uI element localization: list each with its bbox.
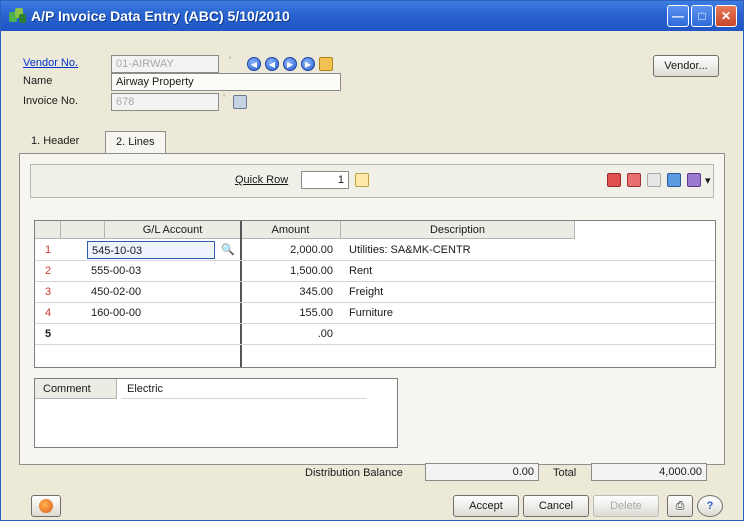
cancel-button-label: Cancel xyxy=(538,500,574,512)
close-button[interactable]: ✕ xyxy=(715,5,737,27)
description-cell[interactable]: Utilities: SA&MK-CENTR xyxy=(345,241,573,259)
row-divider xyxy=(35,281,715,282)
search-icon[interactable]: 🔍 xyxy=(221,243,235,256)
invoice-lookup-indicator: ' xyxy=(223,93,226,105)
amount-cell[interactable]: 345.00 xyxy=(241,283,337,301)
clear-row-icon[interactable] xyxy=(647,173,661,187)
copy-row-icon[interactable] xyxy=(667,173,681,187)
tab-lines[interactable]: 2. Lines xyxy=(105,131,166,153)
cancel-button[interactable]: Cancel xyxy=(523,495,589,517)
app-icon xyxy=(9,8,27,24)
delete-row-icon[interactable] xyxy=(627,173,641,187)
row-number[interactable]: 4 xyxy=(35,304,61,322)
quick-row-input[interactable]: 1 xyxy=(301,171,349,189)
gl-account-cell[interactable]: 555-00-03 xyxy=(87,262,215,280)
col-header-description[interactable]: Description xyxy=(341,221,575,239)
row-number[interactable]: 3 xyxy=(35,283,61,301)
sage-icon[interactable] xyxy=(31,495,61,517)
row-divider xyxy=(35,323,715,324)
memo-icon[interactable] xyxy=(319,57,333,71)
tab-header-label: 1. Header xyxy=(31,135,80,147)
title-bar[interactable]: A/P Invoice Data Entry (ABC) 5/10/2010 —… xyxy=(1,1,743,31)
tab-lines-label: 2. Lines xyxy=(116,136,155,148)
tab-header[interactable]: 1. Header xyxy=(21,131,89,153)
next-record-icon[interactable]: ▶ xyxy=(283,57,297,71)
lines-grid: G/L Account Amount Description 1 545-10-… xyxy=(34,220,716,368)
distribution-balance-field: 0.00 xyxy=(425,463,539,481)
gl-account-cell[interactable]: 160-00-00 xyxy=(87,304,215,322)
row-number[interactable]: 2 xyxy=(35,262,61,280)
gl-account-cell[interactable]: 450-02-00 xyxy=(87,283,215,301)
distribution-balance-label: Distribution Balance xyxy=(305,467,403,479)
quick-row-label: Quick Row xyxy=(235,174,289,186)
minimize-button[interactable]: — xyxy=(667,5,689,27)
insert-row-icon[interactable] xyxy=(607,173,621,187)
invoice-no-field[interactable]: 678 xyxy=(111,93,219,111)
description-cell[interactable]: Freight xyxy=(345,283,573,301)
invoice-history-icon[interactable] xyxy=(233,95,247,109)
description-cell[interactable]: Rent xyxy=(345,262,573,280)
delete-button[interactable]: Delete xyxy=(593,495,659,517)
gl-account-cell[interactable] xyxy=(87,325,215,343)
name-label: Name xyxy=(23,75,53,87)
maximize-button[interactable]: □ xyxy=(691,5,713,27)
customize-icon[interactable] xyxy=(687,173,701,187)
first-record-icon[interactable]: ◀ xyxy=(247,57,261,71)
invoice-no-label: Invoice No. xyxy=(23,95,79,107)
invoice-data-entry-window: A/P Invoice Data Entry (ABC) 5/10/2010 —… xyxy=(0,0,744,521)
sage-logo-icon xyxy=(39,499,53,513)
description-cell[interactable] xyxy=(345,325,573,343)
comment-label: Comment xyxy=(35,379,117,399)
chevron-down-icon[interactable]: ▾ xyxy=(705,174,711,187)
comment-field[interactable]: Electric xyxy=(121,379,367,399)
print-icon[interactable]: ⎙ xyxy=(667,495,693,517)
row-number[interactable]: 5 xyxy=(35,325,61,343)
col-header-gl-account[interactable]: G/L Account xyxy=(105,221,241,239)
row-divider xyxy=(35,344,715,345)
comment-box: Comment Electric xyxy=(34,378,398,448)
row-number[interactable]: 1 xyxy=(35,241,61,259)
total-label: Total xyxy=(553,467,577,479)
lines-toolbar: Quick Row 1 ▾ xyxy=(30,164,714,198)
window-title: A/P Invoice Data Entry (ABC) 5/10/2010 xyxy=(31,8,290,24)
col-header-amount[interactable]: Amount xyxy=(241,221,341,239)
help-icon[interactable]: ? xyxy=(697,495,723,517)
row-divider xyxy=(35,260,715,261)
lines-panel: Quick Row 1 ▾ G/L Account Amount Descrip… xyxy=(19,153,725,465)
amount-cell[interactable]: 1,500.00 xyxy=(241,262,337,280)
vendor-no-field[interactable]: 01-AIRWAY xyxy=(111,55,219,73)
amount-cell[interactable]: 2,000.00 xyxy=(241,241,337,259)
accept-button-label: Accept xyxy=(469,500,503,512)
amount-cell[interactable]: .00 xyxy=(241,325,337,343)
name-field[interactable]: Airway Property xyxy=(111,73,341,91)
grid-corner xyxy=(35,221,61,239)
row-divider xyxy=(35,302,715,303)
row-search-icon[interactable] xyxy=(355,173,369,187)
vendor-lookup-indicator: ' xyxy=(229,55,232,67)
description-cell[interactable]: Furniture xyxy=(345,304,573,322)
total-field: 4,000.00 xyxy=(591,463,707,481)
accept-button[interactable]: Accept xyxy=(453,495,519,517)
vendor-no-link[interactable]: Vendor No. xyxy=(23,57,78,69)
vendor-button[interactable]: Vendor... xyxy=(653,55,719,77)
vendor-button-label: Vendor... xyxy=(664,60,708,72)
gl-account-cell[interactable]: 545-10-03 xyxy=(87,241,215,259)
delete-button-label: Delete xyxy=(610,500,642,512)
last-record-icon[interactable]: ▶ xyxy=(301,57,315,71)
amount-cell[interactable]: 155.00 xyxy=(241,304,337,322)
previous-record-icon[interactable]: ◀ xyxy=(265,57,279,71)
grid-header-blank xyxy=(61,221,105,239)
